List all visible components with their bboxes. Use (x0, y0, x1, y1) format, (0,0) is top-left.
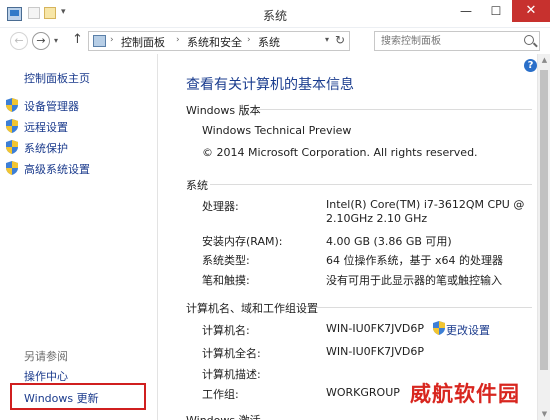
computer-name-heading: 计算机名、域和工作组设置 (186, 302, 318, 315)
scrollbar-thumb[interactable] (540, 70, 548, 370)
uac-shield-icon (6, 161, 18, 175)
full-computer-name-label: 计算机全名: (202, 347, 261, 360)
refresh-icon[interactable]: ↻ (335, 33, 345, 47)
processor-value-line2: 2.10GHz 2.10 GHz (326, 212, 428, 225)
left-navigation-pane: 控制面板主页 设备管理器 远程设置 系统保护 高级系统设置 另请参阅 操作中心 … (0, 54, 158, 420)
sidebar-item-label: 系统保护 (24, 142, 68, 155)
title-bar: ▾ 系统 — ☐ ✕ (0, 0, 550, 28)
scroll-down-arrow-icon[interactable]: ▼ (538, 410, 550, 418)
uac-shield-icon (6, 98, 18, 112)
workgroup-label: 工作组: (202, 388, 239, 401)
processor-label: 处理器: (202, 200, 239, 213)
sidebar-item-label: 远程设置 (24, 121, 68, 134)
search-icon[interactable] (524, 35, 534, 45)
navigation-bar: ← → ▾ ↑ › 控制面板 › 系统和安全 › 系统 ▾ ↻ (0, 28, 550, 54)
copyright-text: © 2014 Microsoft Corporation. All rights… (202, 146, 478, 159)
address-bar[interactable]: › 控制面板 › 系统和安全 › 系统 ▾ ↻ (88, 31, 350, 51)
sidebar-item-device-manager[interactable]: 设备管理器 (6, 98, 79, 114)
breadcrumb-separator: › (247, 35, 251, 45)
system-heading: 系统 (186, 179, 208, 192)
site-watermark: 威航软件园 (410, 382, 520, 406)
sidebar-item-remote-settings[interactable]: 远程设置 (6, 119, 68, 135)
forward-button[interactable]: → (32, 32, 50, 50)
windows-edition-heading: Windows 版本 (186, 104, 261, 117)
computer-name-value: WIN-IU0FK7JVD6P (326, 322, 425, 335)
edition-name: Windows Technical Preview (202, 124, 352, 137)
system-type-label: 系统类型: (202, 254, 250, 267)
uac-shield-icon (6, 140, 18, 154)
computer-name-label: 计算机名: (202, 324, 250, 337)
search-input[interactable] (381, 34, 511, 49)
section-divider (256, 109, 532, 110)
uac-shield-icon (433, 321, 445, 335)
recent-locations-chevron-down-icon[interactable]: ▾ (54, 36, 58, 45)
search-box[interactable] (374, 31, 540, 51)
breadcrumb-control-panel[interactable]: 控制面板 (121, 34, 165, 50)
full-computer-name-value: WIN-IU0FK7JVD6P (326, 345, 425, 358)
uac-shield-icon (6, 119, 18, 133)
minimize-button[interactable]: — (452, 0, 480, 22)
breadcrumb-separator: › (176, 35, 180, 45)
section-divider (312, 307, 532, 308)
vertical-scrollbar[interactable]: ▲ ▼ (537, 54, 550, 420)
sidebar-item-label: 高级系统设置 (24, 163, 90, 176)
sidebar-item-advanced-system-settings[interactable]: 高级系统设置 (6, 161, 90, 177)
page-title: 查看有关计算机的基本信息 (186, 77, 354, 93)
address-history-chevron-down-icon[interactable]: ▾ (325, 35, 329, 44)
back-button[interactable]: ← (10, 32, 28, 50)
up-button[interactable]: ↑ (72, 32, 83, 47)
control-panel-home-link[interactable]: 控制面板主页 (24, 70, 90, 86)
scroll-up-arrow-icon[interactable]: ▲ (538, 56, 550, 64)
computer-description-label: 计算机描述: (202, 368, 261, 381)
change-settings-link[interactable]: 更改设置 (446, 322, 490, 338)
ram-value: 4.00 GB (3.86 GB 可用) (326, 235, 452, 248)
see-also-heading: 另请参阅 (24, 350, 68, 363)
pen-touch-label: 笔和触摸: (202, 274, 250, 287)
sidebar-item-system-protection[interactable]: 系统保护 (6, 140, 68, 156)
windows-activation-heading: Windows 激活 (186, 412, 261, 420)
pen-touch-value: 没有可用于此显示器的笔或触控输入 (326, 274, 502, 287)
close-button[interactable]: ✕ (512, 0, 550, 22)
maximize-button[interactable]: ☐ (482, 0, 510, 22)
sidebar-item-label: 设备管理器 (24, 100, 79, 113)
system-type-value: 64 位操作系统，基于 x64 的处理器 (326, 254, 503, 267)
action-center-link[interactable]: 操作中心 (24, 368, 68, 384)
ram-label: 安装内存(RAM): (202, 235, 283, 248)
breadcrumb-separator: › (110, 35, 114, 45)
breadcrumb-system[interactable]: 系统 (258, 34, 280, 50)
section-divider (210, 184, 532, 185)
breadcrumb-system-and-security[interactable]: 系统和安全 (187, 34, 242, 50)
processor-value: Intel(R) Core(TM) i7-3612QM CPU @ (326, 198, 525, 211)
workgroup-value: WORKGROUP (326, 386, 400, 399)
help-icon[interactable]: ? (524, 59, 537, 72)
windows-update-highlight-box (10, 383, 146, 410)
control-panel-icon (93, 35, 106, 47)
